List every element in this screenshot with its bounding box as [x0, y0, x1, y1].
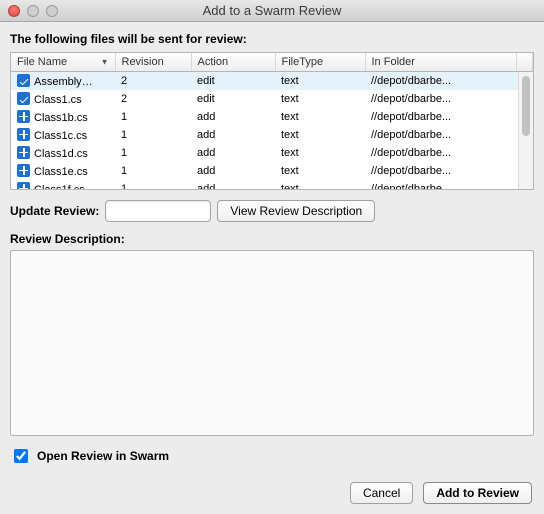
- file-filetype: text: [275, 126, 365, 144]
- open-review-in-swarm-checkbox[interactable]: [14, 449, 28, 463]
- column-header-revision[interactable]: Revision: [115, 53, 191, 71]
- file-name: Class1e.cs: [34, 166, 88, 178]
- file-folder: //depot/dbarbe...: [365, 90, 518, 108]
- file-edit-icon: [17, 92, 30, 105]
- file-folder: //depot/dbarbe...: [365, 180, 518, 190]
- column-header-infolder[interactable]: In Folder: [365, 53, 517, 71]
- file-revision: 1: [115, 126, 191, 144]
- window-title: Add to a Swarm Review: [0, 3, 544, 18]
- file-name: Assembly…: [34, 76, 93, 88]
- file-filetype: text: [275, 162, 365, 180]
- file-name: Class1b.cs: [34, 112, 88, 124]
- open-review-in-swarm-label[interactable]: Open Review in Swarm: [37, 449, 169, 463]
- sort-indicator-icon: ▼: [101, 57, 109, 66]
- table-scrollbar[interactable]: [518, 72, 533, 190]
- file-filetype: text: [275, 72, 365, 90]
- file-name: Class1d.cs: [34, 148, 88, 160]
- file-folder: //depot/dbarbe...: [365, 108, 518, 126]
- update-review-input[interactable]: [105, 200, 211, 222]
- file-revision: 2: [115, 90, 191, 108]
- file-revision: 1: [115, 144, 191, 162]
- file-add-icon: [17, 110, 30, 123]
- file-filetype: text: [275, 90, 365, 108]
- file-name: Class1c.cs: [34, 130, 87, 142]
- traffic-lights: [0, 5, 58, 17]
- file-action: add: [191, 108, 275, 126]
- window-titlebar: Add to a Swarm Review: [0, 0, 544, 22]
- column-header-scroll-spacer: [517, 53, 533, 71]
- column-header-action[interactable]: Action: [191, 53, 275, 71]
- table-row[interactable]: Class1b.cs 1addtext//depot/dbarbe...: [11, 108, 518, 126]
- file-add-icon: [17, 146, 30, 159]
- file-action: add: [191, 180, 275, 190]
- file-name: Class1f.cs: [34, 184, 85, 190]
- table-row[interactable]: Class1e.cs 1addtext//depot/dbarbe...: [11, 162, 518, 180]
- files-heading: The following files will be sent for rev…: [10, 32, 534, 46]
- file-filetype: text: [275, 144, 365, 162]
- file-folder: //depot/dbarbe...: [365, 72, 518, 90]
- table-row[interactable]: Class1d.cs 1addtext//depot/dbarbe...: [11, 144, 518, 162]
- file-revision: 1: [115, 162, 191, 180]
- zoom-window-icon: [46, 5, 58, 17]
- column-header-filename-label: File Name: [17, 56, 67, 68]
- file-revision: 2: [115, 72, 191, 90]
- table-row[interactable]: Class1c.cs 1addtext//depot/dbarbe...: [11, 126, 518, 144]
- file-revision: 1: [115, 180, 191, 190]
- file-add-icon: [17, 164, 30, 177]
- file-edit-icon: [17, 74, 30, 87]
- file-action: edit: [191, 90, 275, 108]
- table-row[interactable]: Class1f.cs 1addtext//depot/dbarbe...: [11, 180, 518, 190]
- file-folder: //depot/dbarbe...: [365, 162, 518, 180]
- column-header-filetype[interactable]: FileType: [275, 53, 365, 71]
- file-folder: //depot/dbarbe...: [365, 126, 518, 144]
- file-action: add: [191, 144, 275, 162]
- cancel-button[interactable]: Cancel: [350, 482, 413, 504]
- close-window-icon[interactable]: [8, 5, 20, 17]
- file-action: add: [191, 162, 275, 180]
- file-filetype: text: [275, 108, 365, 126]
- file-revision: 1: [115, 108, 191, 126]
- file-action: add: [191, 126, 275, 144]
- table-row[interactable]: Class1.cs 2edittext//depot/dbarbe...: [11, 90, 518, 108]
- update-review-label: Update Review:: [10, 204, 99, 218]
- review-description-label: Review Description:: [10, 232, 534, 246]
- file-add-icon: [17, 182, 30, 190]
- table-row[interactable]: Assembly… 2edittext//depot/dbarbe...: [11, 72, 518, 90]
- minimize-window-icon: [27, 5, 39, 17]
- scrollbar-thumb[interactable]: [522, 76, 530, 136]
- review-description-box: [10, 250, 534, 436]
- files-table: File Name ▼ Revision Action FileType In …: [10, 52, 534, 190]
- view-review-description-button[interactable]: View Review Description: [217, 200, 375, 222]
- file-add-icon: [17, 128, 30, 141]
- add-to-review-button[interactable]: Add to Review: [423, 482, 532, 504]
- table-header-row: File Name ▼ Revision Action FileType In …: [11, 53, 533, 71]
- file-folder: //depot/dbarbe...: [365, 144, 518, 162]
- file-name: Class1.cs: [34, 94, 82, 106]
- column-header-filename[interactable]: File Name ▼: [11, 53, 115, 71]
- file-action: edit: [191, 72, 275, 90]
- file-filetype: text: [275, 180, 365, 190]
